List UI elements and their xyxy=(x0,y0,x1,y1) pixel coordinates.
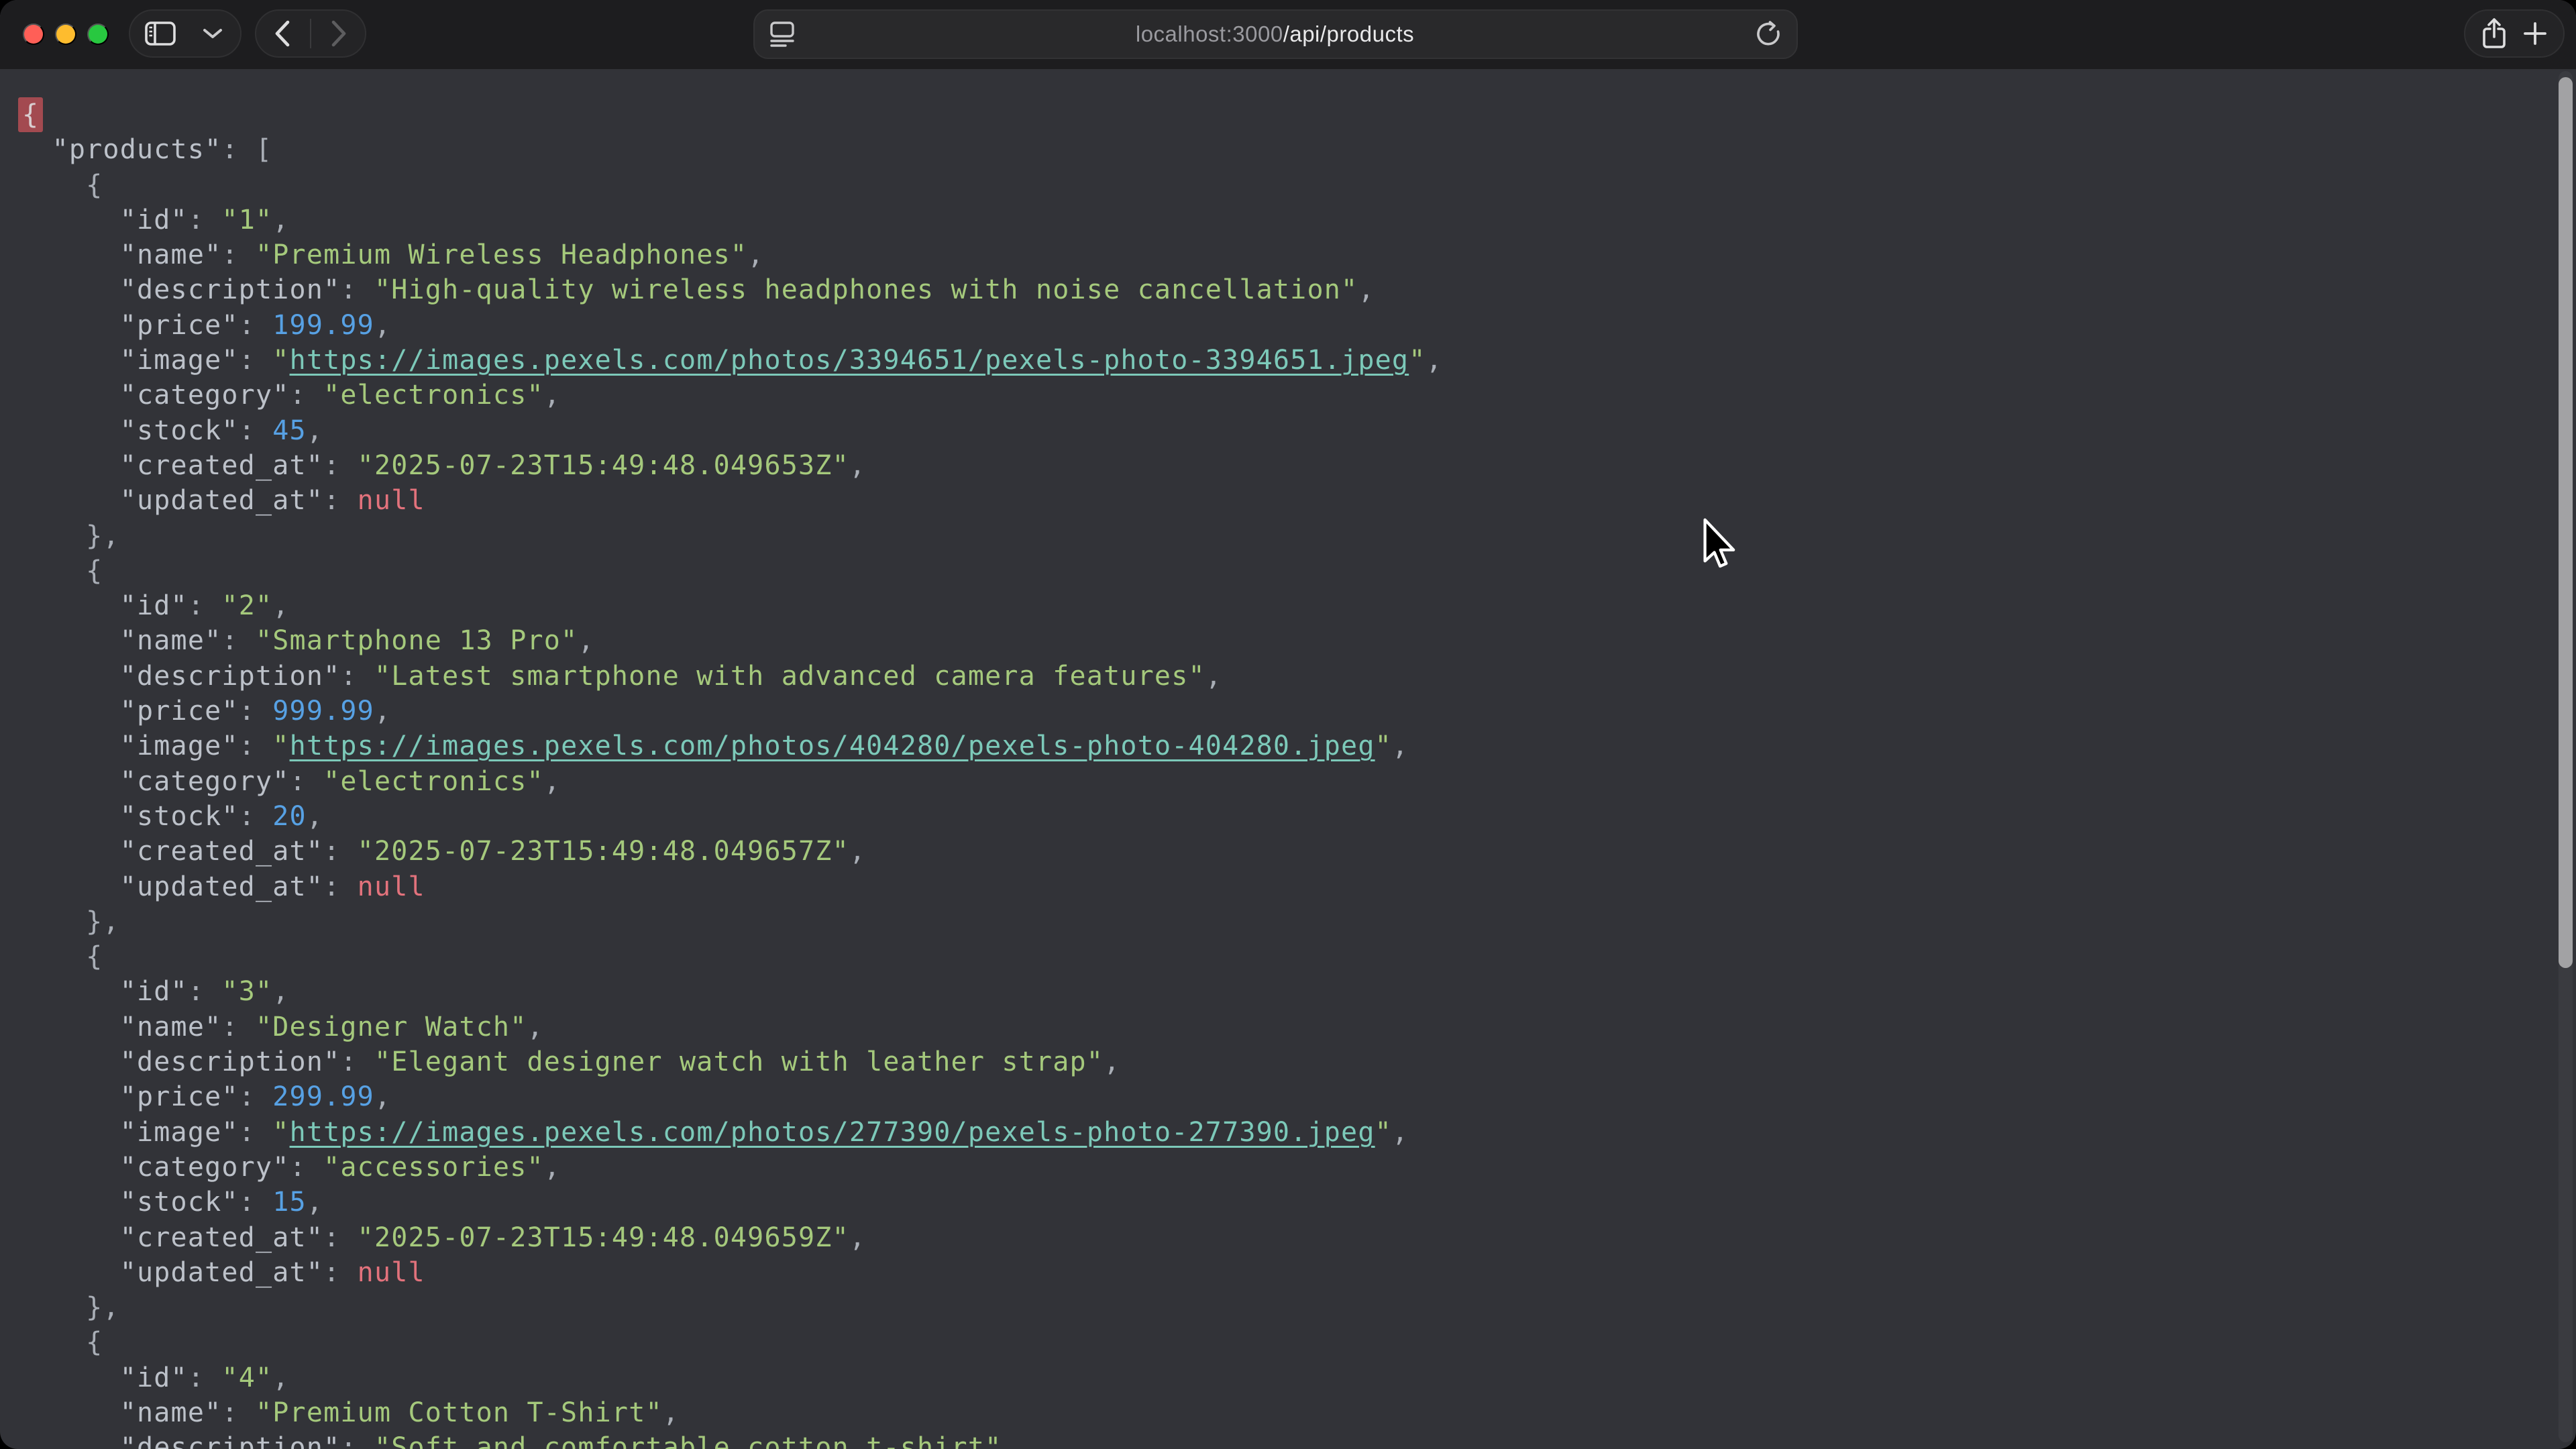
zoom-window-button[interactable] xyxy=(87,23,109,45)
image-url-link[interactable]: https://images.pexels.com/photos/3394651… xyxy=(290,345,1409,376)
json-viewer: { "products": [ { "id": "1", "name": "Pr… xyxy=(0,69,2576,1449)
url-host: localhost:3000 xyxy=(1136,21,1283,46)
browser-window: localhost:3000/api/products xyxy=(0,0,2576,1449)
url-text[interactable]: localhost:3000/api/products xyxy=(795,21,1755,47)
image-url-link[interactable]: https://images.pexels.com/photos/404280/… xyxy=(290,731,1375,761)
share-icon[interactable] xyxy=(2481,17,2507,50)
navigation-button-group xyxy=(255,9,366,58)
window-controls xyxy=(23,23,109,45)
new-tab-icon[interactable] xyxy=(2523,21,2547,46)
actions-button-group xyxy=(2464,9,2565,58)
image-url-link[interactable]: https://images.pexels.com/photos/277390/… xyxy=(290,1117,1375,1148)
close-window-button[interactable] xyxy=(23,23,44,45)
address-bar[interactable]: localhost:3000/api/products xyxy=(753,9,1798,59)
scrollbar-thumb[interactable] xyxy=(2559,77,2573,968)
reload-icon[interactable] xyxy=(1755,20,1782,48)
nav-divider xyxy=(310,19,311,48)
minimize-window-button[interactable] xyxy=(55,23,76,45)
browser-toolbar: localhost:3000/api/products xyxy=(0,0,2576,69)
back-icon[interactable] xyxy=(274,19,291,48)
sidebar-button-group xyxy=(129,9,241,58)
sidebar-toggle-icon[interactable] xyxy=(145,21,176,46)
forward-icon[interactable] xyxy=(330,19,347,48)
page-format-icon[interactable] xyxy=(769,20,795,48)
chevron-down-icon[interactable] xyxy=(203,28,223,40)
url-path: /api/products xyxy=(1283,21,1414,46)
